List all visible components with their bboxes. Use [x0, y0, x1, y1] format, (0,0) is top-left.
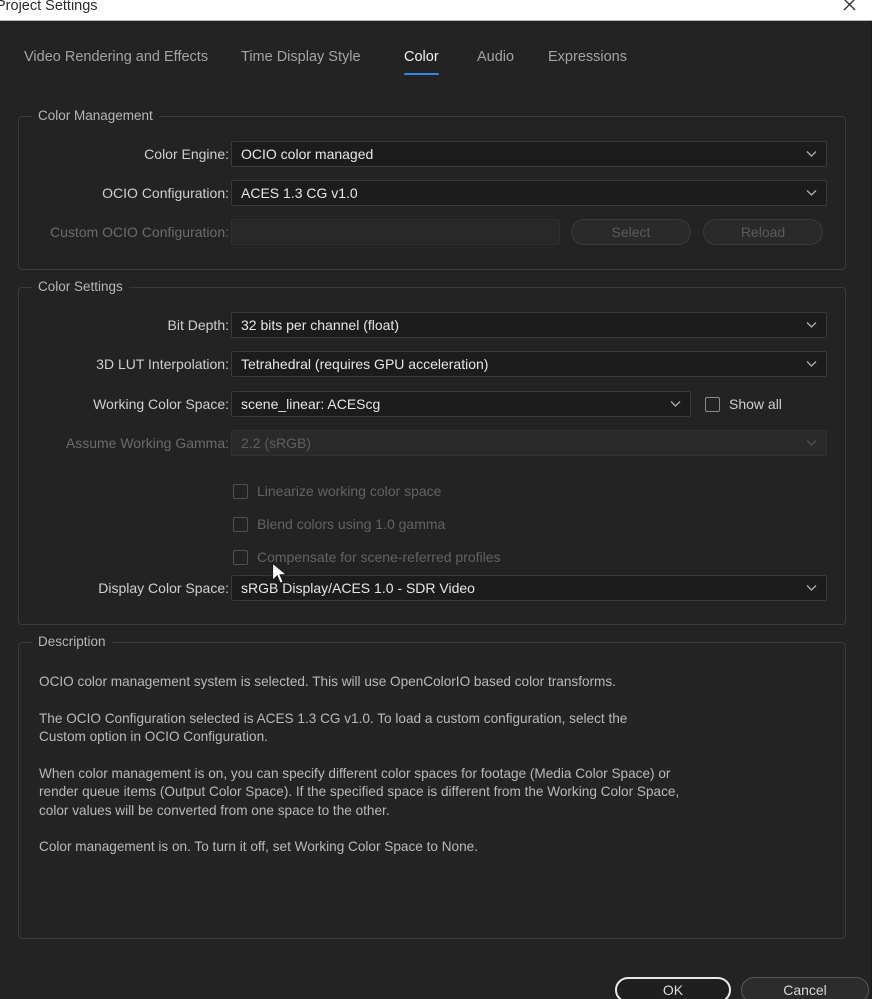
tab-time-display-style[interactable]: Time Display Style [241, 47, 361, 75]
show-all-checkbox[interactable]: Show all [705, 394, 782, 414]
color-engine-value: OCIO color managed [241, 146, 374, 162]
checkbox-box [233, 549, 248, 565]
row-display-color-space: Display Color Space: [19, 575, 229, 601]
row-bit-depth: Bit Depth: [19, 312, 229, 338]
window-title-bar: Project Settings [0, 0, 872, 21]
linearize-working-color-space-label: Linearize working color space [257, 483, 442, 499]
ocio-configuration-value: ACES 1.3 CG v1.0 [241, 185, 358, 201]
working-color-space-dropdown[interactable]: scene_linear: ACEScg [231, 391, 691, 417]
chevron-down-icon [670, 401, 681, 408]
description-paragraph: When color management is on, you can spe… [39, 765, 680, 818]
description-paragraph: The OCIO Configuration selected is ACES … [39, 710, 628, 745]
tab-audio[interactable]: Audio [477, 47, 514, 75]
bit-depth-value: 32 bits per channel (float) [241, 317, 399, 333]
blend-colors-gamma-label: Blend colors using 1.0 gamma [257, 516, 446, 532]
bit-depth-label: Bit Depth: [167, 317, 229, 333]
color-settings-group-title: Color Settings [32, 279, 129, 294]
description-paragraph: OCIO color management system is selected… [39, 674, 616, 689]
project-settings-dialog: Project Settings Video Rendering and Eff… [0, 0, 872, 999]
ok-button[interactable]: OK [615, 977, 731, 999]
description-group: Description OCIO color management system… [18, 634, 846, 939]
close-icon[interactable] [826, 0, 872, 21]
display-color-space-dropdown[interactable]: sRGB Display/ACES 1.0 - SDR Video [231, 575, 827, 601]
row-custom-ocio-configuration: Custom OCIO Configuration: [19, 219, 229, 245]
row-lut-interpolation: 3D LUT Interpolation: [19, 351, 229, 377]
window-title: Project Settings [0, 0, 98, 14]
row-assume-working-gamma: Assume Working Gamma: [19, 430, 229, 456]
color-engine-dropdown[interactable]: OCIO color managed [231, 141, 827, 167]
row-ocio-configuration: OCIO Configuration: [19, 180, 229, 206]
checkbox-box [233, 483, 248, 499]
tab-bar: Video Rendering and Effects Time Display… [0, 47, 872, 85]
chevron-down-icon [806, 322, 817, 329]
select-button[interactable]: Select [571, 219, 691, 245]
linearize-working-color-space-checkbox[interactable]: Linearize working color space [233, 481, 441, 501]
dialog-body: Video Rendering and Effects Time Display… [0, 21, 872, 999]
custom-ocio-configuration-label: Custom OCIO Configuration: [50, 224, 229, 240]
chevron-down-icon [806, 190, 817, 197]
description-text: OCIO color management system is selected… [39, 673, 689, 857]
tab-color[interactable]: Color [404, 47, 439, 75]
working-color-space-value: scene_linear: ACEScg [241, 396, 381, 412]
row-color-engine: Color Engine: [19, 141, 229, 167]
reload-button[interactable]: Reload [703, 219, 823, 245]
color-management-group-title: Color Management [32, 108, 159, 123]
display-color-space-value: sRGB Display/ACES 1.0 - SDR Video [241, 580, 475, 596]
description-group-title: Description [32, 634, 112, 649]
chevron-down-icon [806, 361, 817, 368]
chevron-down-icon [806, 585, 817, 592]
compensate-scene-referred-checkbox[interactable]: Compensate for scene-referred profiles [233, 547, 501, 567]
custom-ocio-configuration-input[interactable] [231, 219, 560, 245]
checkbox-box [705, 396, 720, 412]
tab-video-rendering-and-effects[interactable]: Video Rendering and Effects [24, 47, 208, 75]
chevron-down-icon [806, 151, 817, 158]
lut-interpolation-label: 3D LUT Interpolation: [96, 356, 229, 372]
color-settings-group: Color Settings Bit Depth: 32 bits per ch… [18, 279, 846, 625]
row-working-color-space: Working Color Space: [19, 391, 229, 417]
show-all-label: Show all [729, 396, 782, 412]
assume-working-gamma-label: Assume Working Gamma: [65, 435, 229, 451]
color-management-group: Color Management Color Engine: OCIO colo… [18, 108, 846, 270]
bit-depth-dropdown[interactable]: 32 bits per channel (float) [231, 312, 827, 338]
cancel-button[interactable]: Cancel [741, 977, 869, 999]
compensate-scene-referred-label: Compensate for scene-referred profiles [257, 549, 501, 565]
ocio-configuration-label: OCIO Configuration: [102, 185, 229, 201]
ocio-configuration-dropdown[interactable]: ACES 1.3 CG v1.0 [231, 180, 827, 206]
tab-expressions[interactable]: Expressions [548, 47, 627, 75]
color-engine-label: Color Engine: [144, 146, 229, 162]
blend-colors-gamma-checkbox[interactable]: Blend colors using 1.0 gamma [233, 514, 445, 534]
working-color-space-label: Working Color Space: [93, 396, 229, 412]
checkbox-box [233, 516, 248, 532]
assume-working-gamma-value: 2.2 (sRGB) [241, 435, 312, 451]
assume-working-gamma-dropdown[interactable]: 2.2 (sRGB) [231, 430, 827, 456]
display-color-space-label: Display Color Space: [98, 580, 229, 596]
lut-interpolation-dropdown[interactable]: Tetrahedral (requires GPU acceleration) [231, 351, 827, 377]
chevron-down-icon [806, 440, 817, 447]
description-paragraph: Color management is on. To turn it off, … [39, 839, 479, 854]
lut-interpolation-value: Tetrahedral (requires GPU acceleration) [241, 356, 489, 372]
